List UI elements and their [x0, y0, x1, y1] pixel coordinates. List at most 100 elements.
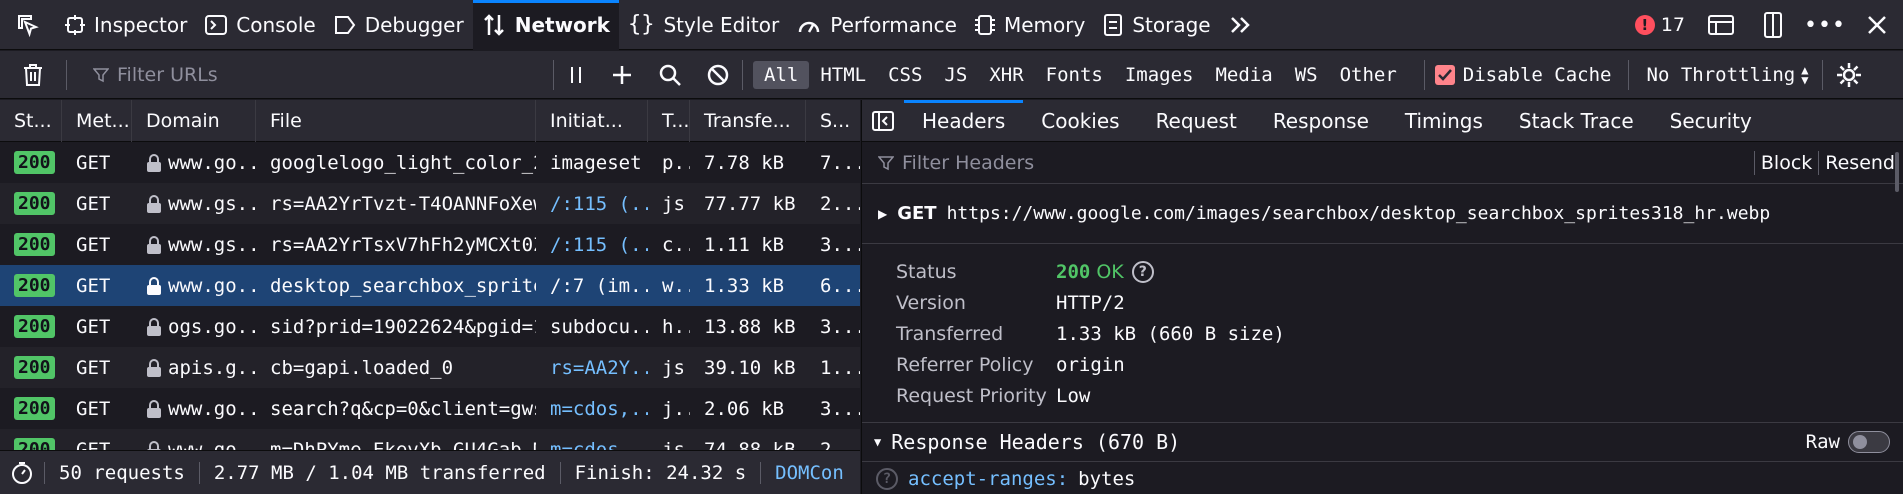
table-row[interactable]: 200 GET ogs.go... sid?prid=19022624&pgid=19…: [0, 306, 860, 347]
status-text: OK: [1096, 260, 1124, 283]
tab-timings[interactable]: Timings: [1387, 100, 1501, 142]
tab-headers[interactable]: Headers: [904, 100, 1024, 142]
table-row[interactable]: 200 GET apis.g... cb=gapi.loaded_0 rs=AA2Y..…: [0, 347, 860, 388]
table-row[interactable]: 200 GET www.gs... rs=AA2YrTvzt-T4OANNFoXewk…: [0, 183, 860, 224]
column-header-type[interactable]: T...: [648, 100, 690, 142]
close-devtools-button[interactable]: [1851, 0, 1903, 50]
filter-images[interactable]: Images: [1114, 61, 1205, 89]
table-row[interactable]: 200 GET www.gs... rs=AA2YrTsxV7hFh2yMCXt0Zc…: [0, 224, 860, 265]
tab-memory[interactable]: Memory: [966, 0, 1094, 50]
filter-fonts[interactable]: Fonts: [1035, 61, 1114, 89]
column-header-size[interactable]: S...: [806, 100, 860, 142]
initiator-cell: imageset: [550, 151, 642, 174]
element-picker-button[interactable]: [0, 0, 56, 50]
collapse-triangle-icon: ▼: [874, 435, 882, 449]
pause-button[interactable]: [554, 51, 598, 99]
tab-inspector[interactable]: Inspector: [56, 0, 196, 50]
tab-stack-trace[interactable]: Stack Trace: [1501, 100, 1652, 142]
throttling-value: No Throttling: [1646, 63, 1796, 86]
column-header-domain[interactable]: Domain: [132, 100, 256, 142]
size-cell: 6...: [820, 274, 860, 297]
summary-row-version: Version HTTP/2: [896, 287, 1903, 318]
column-header-transferred[interactable]: Transfe...: [690, 100, 806, 142]
more-options-button[interactable]: •••: [1799, 0, 1851, 50]
domain-cell: www.gs...: [132, 224, 256, 265]
initiator-cell[interactable]: /:115 (...: [536, 183, 648, 224]
toggle-sidebar-button[interactable]: [862, 100, 904, 142]
table-row[interactable]: 200 GET www.go... googlelogo_light_color_27…: [0, 142, 860, 183]
raw-label: Raw: [1805, 431, 1840, 453]
new-request-button[interactable]: [598, 51, 646, 99]
tab-network[interactable]: Network: [472, 0, 619, 50]
clear-button[interactable]: [0, 51, 66, 99]
more-tools-button[interactable]: [1220, 0, 1262, 50]
tab-performance[interactable]: Performance: [788, 0, 966, 50]
help-icon[interactable]: ?: [876, 468, 898, 490]
initiator-cell[interactable]: /:115 (...: [536, 224, 648, 265]
filter-urls-input[interactable]: Filter URLs: [67, 51, 553, 99]
column-header-method[interactable]: Met...: [62, 100, 132, 142]
column-header-file[interactable]: File: [256, 100, 536, 142]
split-console-button[interactable]: [1695, 0, 1747, 50]
request-url-line[interactable]: ▶ GET https://www.google.com/images/sear…: [862, 184, 1903, 244]
tab-style-editor[interactable]: {} Style Editor: [619, 0, 788, 50]
response-headers-section[interactable]: ▼ Response Headers (670 B) Raw: [862, 422, 1903, 462]
disable-cache-label: Disable Cache: [1462, 63, 1612, 86]
scrollbar[interactable]: [1895, 152, 1899, 192]
transferred-cell: 77.77 kB: [704, 192, 796, 215]
initiator-cell[interactable]: /:7 (im...: [536, 265, 648, 306]
checkbox-checked-icon[interactable]: [1434, 64, 1455, 85]
tab-cookies[interactable]: Cookies: [1023, 100, 1137, 142]
toggle-switch[interactable]: [1848, 431, 1890, 453]
search-button[interactable]: [646, 51, 694, 99]
table-row[interactable]: 200 GET www.go... desktop_searchbox_sprites…: [0, 265, 860, 306]
filter-xhr[interactable]: XHR: [978, 61, 1034, 89]
block-button[interactable]: Block: [1753, 150, 1818, 175]
initiator-cell[interactable]: m=cdos,...: [536, 429, 648, 451]
help-icon[interactable]: ?: [1131, 260, 1154, 283]
lock-icon: [147, 276, 161, 295]
filter-other[interactable]: Other: [1329, 61, 1408, 89]
table-header: St... Met... Domain File Initiat... T...…: [0, 100, 860, 142]
table-row[interactable]: 200 GET www.go... search?q&cp=0&client=gws-…: [0, 388, 860, 429]
filter-html[interactable]: HTML: [809, 61, 877, 89]
raw-toggle[interactable]: Raw: [1806, 431, 1890, 453]
type-cell: c...: [662, 233, 690, 256]
size-cell: 1...: [820, 356, 860, 379]
picker-icon: [18, 14, 39, 37]
initiator-cell[interactable]: rs=AA2Y...: [536, 347, 648, 388]
devtools-toolbox: Inspector Console Debugger Network {} St…: [0, 0, 1903, 50]
filter-media[interactable]: Media: [1204, 61, 1283, 89]
error-count-badge[interactable]: ! 17: [1634, 14, 1695, 36]
disable-cache-toggle[interactable]: Disable Cache: [1434, 63, 1612, 86]
filter-all[interactable]: All: [753, 60, 810, 89]
tab-security[interactable]: Security: [1652, 100, 1770, 142]
tab-request[interactable]: Request: [1138, 100, 1255, 142]
initiator-cell[interactable]: m=cdos,...: [536, 388, 648, 429]
resend-button[interactable]: Resend: [1818, 150, 1903, 175]
domain-text: ogs.go...: [168, 315, 256, 338]
tab-console[interactable]: Console: [196, 0, 324, 50]
tab-response[interactable]: Response: [1255, 100, 1387, 142]
filter-ws[interactable]: WS: [1284, 61, 1329, 89]
table-row[interactable]: 200 GET www.go... m=DhPYme,EkevXb,GU4Gab,Mr…: [0, 429, 860, 450]
tab-debugger[interactable]: Debugger: [325, 0, 473, 50]
method-cell: GET: [76, 151, 111, 174]
throttling-select[interactable]: No Throttling ▲ ▼: [1647, 64, 1809, 86]
dock-side-button[interactable]: [1747, 0, 1799, 50]
filter-css[interactable]: CSS: [877, 61, 933, 89]
column-header-status[interactable]: St...: [0, 100, 62, 142]
filter-headers-input[interactable]: Filter Headers: [862, 152, 1754, 174]
network-settings-button[interactable]: [1823, 51, 1875, 99]
method-cell: GET: [76, 274, 111, 297]
tab-storage[interactable]: Storage: [1094, 0, 1219, 50]
summary-row-referrer: Referrer Policy origin: [896, 349, 1903, 380]
summary-label: Transferred: [896, 322, 1004, 345]
transferred-cell: 7.78 kB: [704, 151, 785, 174]
performance-analysis-button[interactable]: [0, 461, 45, 484]
column-header-initiator[interactable]: Initiat...: [536, 100, 648, 142]
filter-js[interactable]: JS: [933, 61, 978, 89]
filter-placeholder: Filter URLs: [117, 63, 218, 86]
block-requests-button[interactable]: [694, 51, 742, 99]
divider: [1423, 59, 1425, 90]
